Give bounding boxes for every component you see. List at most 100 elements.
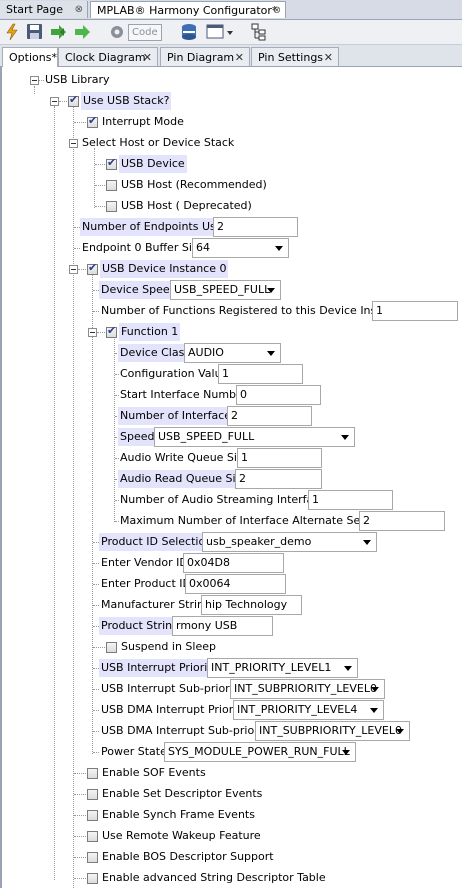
usb-device-instance-checkbox[interactable] [87,261,98,275]
tab-clock-diagram-label: Clock Diagram [65,51,146,64]
usb-dma-subpriority-dropdown[interactable]: INT_SUBPRIORITY_LEVEL0 [255,721,410,741]
window-icon[interactable] [206,23,236,41]
tab-pin-diagram[interactable]: Pin Diagram ✕ [160,47,250,66]
tab-pin-settings[interactable]: Pin Settings ✕ [251,47,339,66]
product-string-label: Product String [99,617,182,635]
product-string-field[interactable]: rmony USB Speaker [172,616,273,636]
usb-dma-priority-dropdown[interactable]: INT_PRIORITY_LEVEL4 [233,700,384,720]
max-alt-field[interactable]: 2 [359,511,445,531]
chevron-down-icon [267,351,275,356]
usb-int-priority-value: INT_PRIORITY_LEVEL1 [211,661,332,674]
power-state-label: Power State [101,745,167,758]
usb-host-deprecated-label: USB Host ( Deprecated) [121,199,252,212]
use-usb-stack-checkbox[interactable] [68,93,79,107]
device-speed-label: Device Speed [99,281,179,299]
function-1-checkbox[interactable] [106,324,117,338]
audio-read-field[interactable]: 2 [235,469,322,489]
remote-wakeup-checkbox[interactable] [87,831,98,842]
options-tree: USB Library Use USB Stack? Interrupt Mod… [0,66,462,888]
tab-start-page[interactable]: Start Page ⊗ [0,1,88,18]
tab-options[interactable]: Options* [2,47,58,67]
start-iface-field[interactable]: 0 [236,385,321,405]
vendor-id-label: Enter Vendor ID [101,556,188,569]
enable-set-descriptor-checkbox[interactable] [87,789,98,800]
max-alt-label: Maximum Number of Interface Alternate Se… [120,514,392,527]
code-button-label: Code [128,24,162,41]
usb-int-subpriority-label: USB Interrupt Sub-priority [101,682,244,695]
toolbar: Code [0,20,462,45]
close-icon[interactable]: ✕ [143,48,152,67]
audio-streaming-field[interactable]: 1 [308,490,393,510]
usb-int-priority-label: USB Interrupt Priority [99,659,221,677]
collapse-toggle-icon[interactable] [50,97,59,106]
usb-int-priority-dropdown[interactable]: INT_PRIORITY_LEVEL1 [207,658,358,678]
usb-host-recommended-checkbox[interactable] [106,180,117,191]
remote-wakeup-label: Use Remote Wakeup Feature [102,829,261,842]
audio-write-field[interactable]: 1 [237,448,322,468]
ep0-buffer-label: Endpoint 0 Buffer Size [82,241,205,254]
product-id-field[interactable]: 0x0064 [185,574,286,594]
num-ifaces-label: Number of Interfaces [118,407,239,425]
editor-tab-bar: Start Page ⊗ MPLAB® Harmony Configurator… [0,0,462,20]
close-icon[interactable]: ⊗ [273,2,281,19]
num-endpoints-field[interactable]: 2 [213,217,298,237]
tab-harmony-configurator-label: MPLAB® Harmony Configurator* [97,4,278,17]
save-icon[interactable] [26,23,44,41]
enable-set-descriptor-label: Enable Set Descriptor Events [102,787,263,800]
collapse-toggle-icon[interactable] [69,265,78,274]
enable-synch-frame-checkbox[interactable] [87,810,98,821]
start-iface-label: Start Interface Number [120,388,248,401]
device-speed-dropdown[interactable]: USB_SPEED_FULL [170,280,281,300]
options-tab-bar: Options* Clock Diagram ✕ Pin Diagram ✕ P… [0,45,462,67]
tree-icon[interactable] [250,23,268,41]
config-value-field[interactable]: 1 [218,364,303,384]
usb-host-deprecated-checkbox[interactable] [106,201,117,212]
bos-support-checkbox[interactable] [87,852,98,863]
product-id-selection-value: usb_speaker_demo [206,535,312,548]
generate-code-button[interactable]: Code [108,23,164,41]
usb-dma-subpriority-label: USB DMA Interrupt Sub-priority [101,724,273,737]
suspend-sleep-checkbox[interactable] [106,642,117,653]
ep0-buffer-dropdown[interactable]: 64 [192,238,289,258]
usb-device-label: USB Device [119,155,187,173]
close-icon[interactable]: ✕ [235,48,244,67]
num-ifaces-field[interactable]: 2 [227,406,312,426]
speed-dropdown[interactable]: USB_SPEED_FULL [154,427,355,447]
collapse-toggle-icon[interactable] [69,139,78,148]
bos-support-label: Enable BOS Descriptor Support [102,850,274,863]
product-id-selection-label: Product ID Selection [99,533,215,551]
speed-value: USB_SPEED_FULL [158,430,255,443]
manufacturer-field[interactable]: hip Technology Inc. [201,595,302,615]
adv-string-desc-checkbox[interactable] [87,873,98,884]
device-speed-value: USB_SPEED_FULL [174,283,271,296]
chevron-down-icon [275,246,283,251]
enable-sof-checkbox[interactable] [87,768,98,779]
chevron-down-icon [344,666,352,671]
device-class-dropdown[interactable]: AUDIO [184,343,281,363]
usb-dma-subpriority-value: INT_SUBPRIORITY_LEVEL0 [259,724,402,737]
device-class-value: AUDIO [188,346,224,359]
forward-arrows-icon[interactable] [50,23,72,41]
chevron-down-icon [267,288,275,293]
lightning-icon[interactable] [4,23,20,41]
power-state-dropdown[interactable]: SYS_MODULE_POWER_RUN_FULL [164,742,356,762]
audio-streaming-label: Number of Audio Streaming Interfaces [120,493,332,506]
usb-host-recommended-label: USB Host (Recommended) [121,178,267,191]
collapse-toggle-icon[interactable] [88,328,97,337]
tab-clock-diagram[interactable]: Clock Diagram ✕ [58,47,158,66]
vendor-id-field[interactable]: 0x04D8 [183,553,284,573]
forward-arrow-icon[interactable] [74,23,94,41]
num-functions-field[interactable]: 1 [372,301,458,321]
function-1-label: Function 1 [119,323,181,341]
close-icon[interactable]: ⊗ [75,1,83,18]
usb-int-subpriority-dropdown[interactable]: INT_SUBPRIORITY_LEVEL0 [230,679,385,699]
adv-string-desc-label: Enable advanced String Descriptor Table [102,871,326,884]
product-id-selection-dropdown[interactable]: usb_speaker_demo [202,532,377,552]
close-icon[interactable]: ✕ [324,48,333,67]
collapse-toggle-icon[interactable] [30,76,39,85]
usb-dma-priority-value: INT_PRIORITY_LEVEL4 [237,703,358,716]
tab-harmony-configurator[interactable]: MPLAB® Harmony Configurator* ⊗ [90,1,286,18]
usb-device-checkbox[interactable] [106,156,117,170]
database-icon[interactable] [180,23,198,41]
interrupt-mode-checkbox[interactable] [87,114,98,128]
